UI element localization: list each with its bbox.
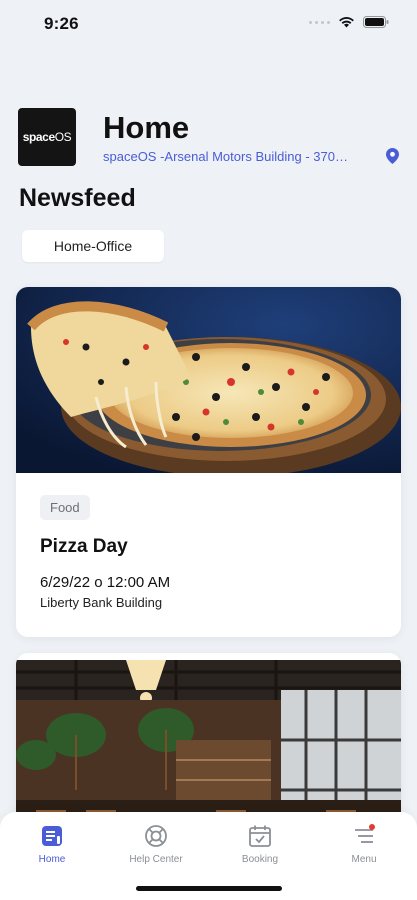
menu-icon: [355, 824, 375, 843]
nav-label: Home: [38, 854, 66, 865]
card-date: 6/29/22 o 12:00 AM: [40, 574, 171, 591]
signal-icon: [309, 20, 330, 24]
home-screen: 9:26 space OS Home spaceOS -Arsenal Motor…: [0, 0, 417, 900]
status-bar: 9:26: [0, 0, 417, 48]
home-indicator: [136, 886, 282, 891]
filter-chip-home-office[interactable]: Home-Office: [22, 230, 164, 262]
location-selector[interactable]: spaceOS -Arsenal Motors Building - 370…: [103, 148, 399, 164]
wifi-icon: [339, 17, 354, 28]
nav-label: Booking: [241, 854, 279, 865]
nav-menu[interactable]: Menu: [314, 822, 414, 865]
pizza-image: [16, 287, 401, 473]
nav-label: Help Center: [129, 854, 183, 865]
card-body: Food Pizza Day 6/29/22 o 12:00 AM Libert…: [16, 473, 401, 632]
status-time: 9:26: [44, 14, 79, 33]
news-card[interactable]: Food Pizza Day 6/29/22 o 12:00 AM Libert…: [16, 287, 401, 637]
home-icon: [42, 826, 62, 846]
location-text: spaceOS -Arsenal Motors Building - 370…: [103, 148, 348, 164]
newsfeed-title: Newsfeed: [19, 184, 136, 212]
header: space OS Home spaceOS -Arsenal Motors Bui…: [18, 108, 399, 166]
category-badge: Food: [40, 495, 90, 520]
spaceos-logo: space OS: [18, 108, 76, 166]
card-title: Pizza Day: [40, 536, 128, 557]
nav-home[interactable]: Home: [2, 822, 102, 865]
map-pin-icon: [386, 148, 399, 164]
status-icons: [309, 16, 389, 28]
lifebuoy-icon: [145, 825, 167, 847]
notification-dot: [369, 824, 375, 830]
nav-booking[interactable]: Booking: [210, 822, 310, 865]
card-location: Liberty Bank Building: [40, 595, 163, 610]
page-title: Home: [103, 110, 190, 145]
calendar-check-icon: [249, 825, 271, 847]
nav-help-center[interactable]: Help Center: [106, 822, 206, 865]
battery-icon: [363, 16, 389, 28]
nav-label: Menu: [351, 854, 377, 865]
